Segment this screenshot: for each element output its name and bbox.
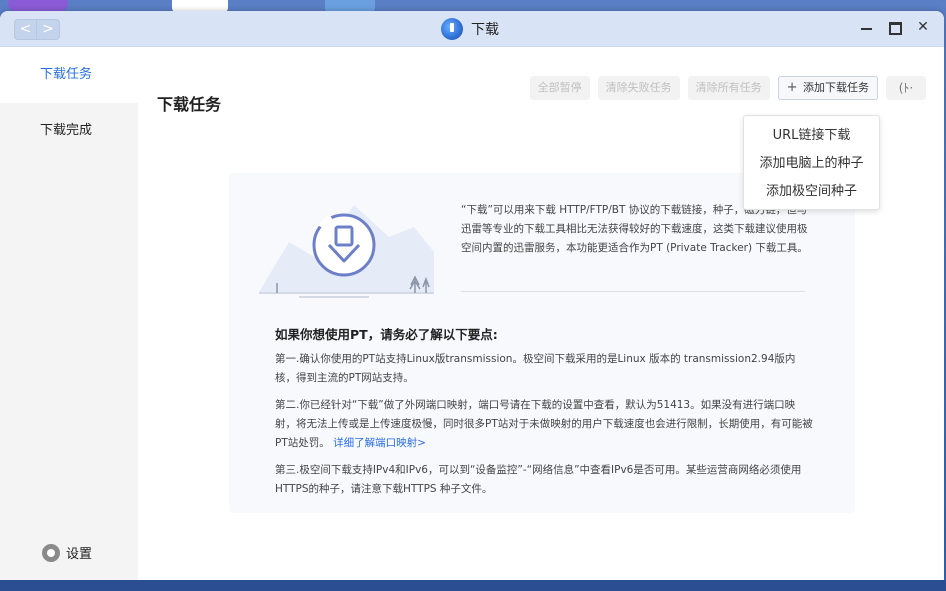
taskbar [0,580,946,591]
sidebar-item-download-complete[interactable]: 下载完成 [0,103,138,159]
menu-item-add-space-torrent[interactable]: 添加极空间种子 [744,178,879,206]
menu-item-url-download[interactable]: URL链接下载 [744,122,879,150]
add-task-button[interactable]: + 添加下载任务 [777,76,878,100]
download-globe-icon [441,18,463,40]
window-title: 下载 [471,22,499,38]
settings-button[interactable]: 设置 [42,543,92,562]
info-card: “下载”可以用来下载 HTTP/FTP/BT 协议的下载链接，种子，磁力链，但与… [229,173,855,513]
window-title-wrap: 下载 [441,18,499,40]
sidebar: 下载任务 下载完成 设置 [0,47,138,580]
pause-all-button[interactable]: 全部暂停 [529,76,590,100]
maximize-button[interactable] [888,20,902,35]
port-mapping-link[interactable]: 详细了解端口映射> [333,437,426,449]
title-bar: < > 下载 ✕ [0,11,944,47]
nav-buttons: < > [14,19,60,40]
download-arrow-circle-icon [259,205,434,298]
divider [461,291,805,292]
gear-icon [42,543,60,562]
clear-failed-button[interactable]: 清除失败任务 [597,76,680,100]
pt-heading: 如果你想使用PT，请务必了解以下要点: [275,327,498,342]
point-3: 第三.极空间下载支持IPv4和IPv6，可以到“设备监控”-“网络信息”中查看I… [275,464,802,495]
window-controls: ✕ [860,20,930,35]
point-2: 第二.你已经针对“下载”做了外网端口映射，端口号请在下载的设置中查看，默认为51… [275,396,815,453]
clear-all-button[interactable]: 清除所有任务 [687,76,770,100]
download-window: < > 下载 ✕ 下载任务 下载完成 设置 下载任务 全部暂停 清除失败任务 清… [0,11,944,580]
settings-label: 设置 [66,547,93,562]
menu-item-add-local-torrent[interactable]: 添加电脑上的种子 [744,150,879,178]
speed-limit-icon[interactable]: (ﾄ· [886,76,926,100]
main-content: 下载任务 全部暂停 清除失败任务 清除所有任务 + 添加下载任务 (ﾄ· URL… [138,47,944,580]
point-1: 第一.确认你使用的PT站支持Linux版transmission。极空间下载采用… [275,353,796,384]
plus-icon: + [786,80,798,95]
back-button[interactable]: < [14,19,37,40]
toolbar: 全部暂停 清除失败任务 清除所有任务 + 添加下载任务 (ﾄ· [529,76,926,100]
add-task-label: 添加下载任务 [803,81,869,94]
add-task-dropdown: URL链接下载 添加电脑上的种子 添加极空间种子 [743,115,880,210]
page-title: 下载任务 [157,95,222,114]
close-button[interactable]: ✕ [916,20,930,34]
minimize-button[interactable] [860,20,874,34]
forward-button[interactable]: > [37,19,60,40]
sidebar-item-download-tasks[interactable]: 下载任务 [0,47,138,103]
